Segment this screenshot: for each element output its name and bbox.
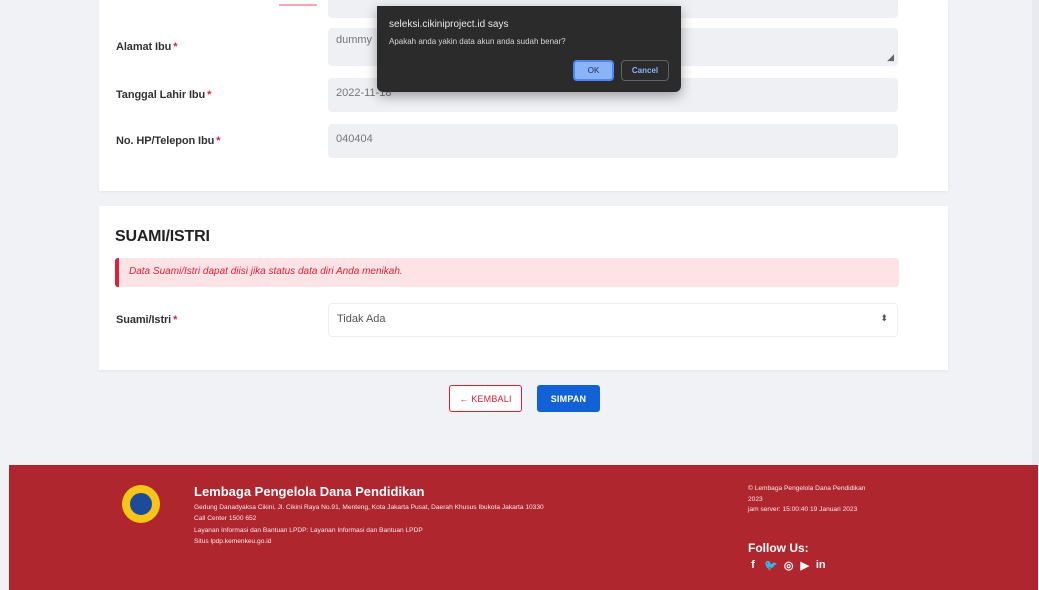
facebook-icon[interactable]: f xyxy=(748,559,758,572)
spouse-select-row: Suami/Istri * Tidak Ada ⬍ xyxy=(116,303,898,337)
spouse-section-title: SUAMI/ISTRI xyxy=(115,228,210,245)
spouse-alert: Data Suami/Istri dapat diisi jika status… xyxy=(115,258,899,287)
required-mark: * xyxy=(207,89,212,101)
youtube-icon[interactable]: ▶ xyxy=(800,559,810,572)
resize-grip-icon[interactable]: ◢ xyxy=(887,52,894,63)
telepon-ibu-value: 040404 xyxy=(336,133,373,145)
select-arrows-icon: ⬍ xyxy=(880,313,888,323)
footer-server-time: jam server: 15:00:40 19 Januari 2023 xyxy=(748,506,858,513)
instagram-icon[interactable]: ◎ xyxy=(784,559,794,572)
social-links: f 🐦 ◎ ▶ in xyxy=(748,559,826,572)
footer: Lembaga Pengelola Dana Pendidikan Gedung… xyxy=(9,465,1038,590)
page-scrollbar-track[interactable] xyxy=(1032,0,1039,465)
alamat-ibu-label: Alamat Ibu xyxy=(116,41,172,53)
tanggal-lahir-ibu-label: Tanggal Lahir Ibu xyxy=(116,89,206,101)
dialog-ok-button[interactable]: OK xyxy=(573,60,614,81)
previous-field-error-underline xyxy=(279,0,317,6)
lpdp-logo xyxy=(122,485,160,523)
telepon-ibu-input[interactable]: 040404 xyxy=(328,124,898,158)
spouse-selected-value: Tidak Ada xyxy=(337,313,386,325)
telepon-ibu-label: No. HP/Telepon Ibu xyxy=(116,135,215,147)
save-button[interactable]: SIMPAN xyxy=(537,385,600,412)
spouse-select[interactable]: Tidak Ada ⬍ xyxy=(328,303,898,337)
footer-copyright: © Lembaga Pengelola Dana Pendidikan 2023 xyxy=(748,485,866,503)
follow-us-label: Follow Us: xyxy=(748,541,809,555)
linkedin-icon[interactable]: in xyxy=(816,559,826,572)
back-button[interactable]: ← KEMBALI xyxy=(449,385,522,412)
logo-emblem-icon xyxy=(128,491,154,517)
footer-org-name: Lembaga Pengelola Dana Pendidikan xyxy=(194,484,425,499)
spouse-card: SUAMI/ISTRI Data Suami/Istri dapat diisi… xyxy=(99,206,948,370)
required-mark: * xyxy=(216,135,221,147)
required-mark: * xyxy=(173,314,178,326)
dialog-cancel-button[interactable]: Cancel xyxy=(621,60,669,81)
dialog-title: seleksi.cikiniproject.id says xyxy=(389,19,509,30)
spouse-label: Suami/Istri xyxy=(116,314,172,326)
footer-layanan: Layanan Informasi dan Bantuan LPDP: Laya… xyxy=(194,527,423,534)
footer-info-block: © Lembaga Pengelola Dana Pendidikan 2023… xyxy=(748,484,878,516)
twitter-icon[interactable]: 🐦 xyxy=(764,559,778,572)
confirm-dialog: seleksi.cikiniproject.id says Apakah and… xyxy=(377,6,681,92)
alamat-ibu-value: dummy xyxy=(336,34,373,46)
footer-call-center: Call Center 1500 652 xyxy=(194,515,257,522)
footer-situs[interactable]: Situs lpdp.kemenkeu.go.id xyxy=(194,538,271,546)
footer-address: Gedung Danadyaksa Cikini, Jl. Cikini Ray… xyxy=(194,504,544,511)
required-mark: * xyxy=(173,41,178,53)
telepon-ibu-row: No. HP/Telepon Ibu * 040404 xyxy=(116,124,898,158)
dialog-message: Apakah anda yakin data akun anda sudah b… xyxy=(389,37,566,46)
